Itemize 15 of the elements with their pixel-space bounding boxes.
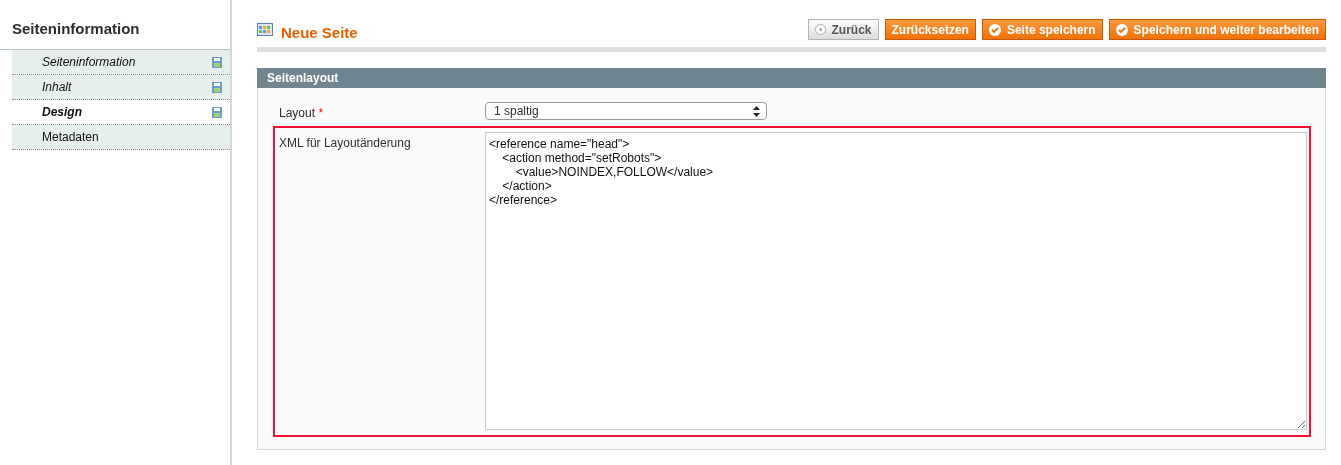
xml-textarea[interactable]: <reference name="head"> <action method="setRobots"> <value>NOINDEX,FOLLOW</value> </action> </reference> xyxy=(485,132,1307,430)
layout-select[interactable]: 1 spaltig xyxy=(485,102,767,120)
updown-arrows-icon xyxy=(753,105,760,117)
field-label: XML für Layoutänderung xyxy=(279,136,411,150)
check-icon xyxy=(988,23,1001,36)
check-icon xyxy=(1115,23,1128,36)
page-title: Neue Seite xyxy=(281,23,358,41)
section-header: Seitenlayout xyxy=(257,68,1326,88)
sidebar-tab[interactable]: Inhalt xyxy=(12,75,230,100)
required-mark: * xyxy=(317,106,324,120)
grid-icon xyxy=(257,23,273,36)
field-label: Layout xyxy=(279,106,316,120)
sidebar-tab[interactable]: Seiteninformation xyxy=(12,50,230,75)
back-button[interactable]: Zurück xyxy=(807,19,879,40)
sidebar-tab[interactable]: Metadaten xyxy=(12,125,230,150)
